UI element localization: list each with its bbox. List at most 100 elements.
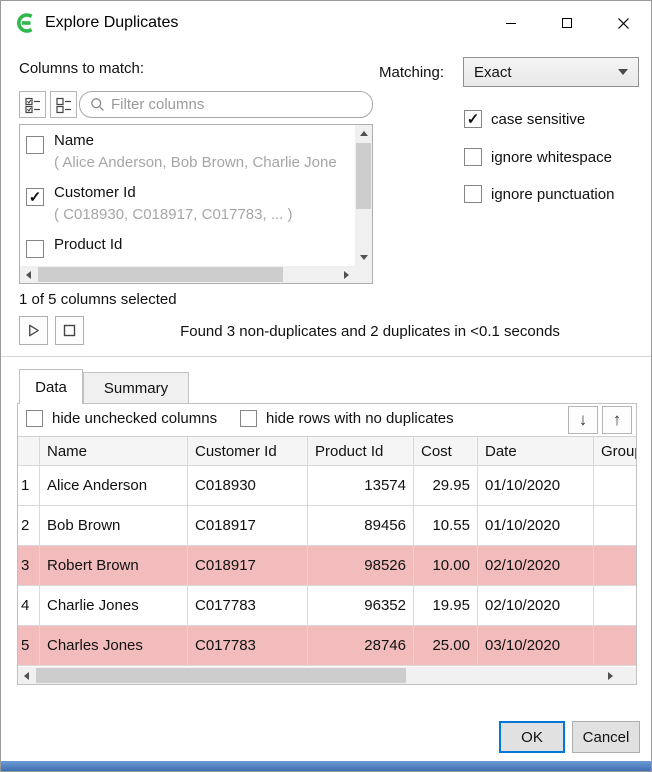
table-row-duplicate[interactable]: 3 Robert Brown C018917 98526 10.00 02/10… (18, 546, 636, 586)
columns-vertical-scrollbar[interactable] (355, 125, 372, 266)
table-row-duplicate[interactable]: 5 Charles Jones C017783 28746 25.00 03/1… (18, 626, 636, 666)
tab-summary[interactable]: Summary (83, 372, 189, 404)
hide-unchecked-columns-checkbox[interactable] (26, 410, 43, 427)
header-row-number (18, 437, 40, 466)
cell-customer-id[interactable]: C017783 (188, 626, 308, 666)
matching-selected-value: Exact (474, 64, 512, 81)
cancel-button[interactable]: Cancel (572, 721, 640, 753)
run-button[interactable] (19, 316, 48, 345)
cell-date[interactable]: 01/10/2020 (478, 466, 594, 506)
columns-selected-summary: 1 of 5 columns selected (19, 291, 177, 308)
ignore-whitespace-label: ignore whitespace (491, 149, 612, 166)
case-sensitive-option[interactable]: case sensitive (464, 110, 585, 128)
chevron-down-icon (618, 69, 628, 75)
ok-button[interactable]: OK (499, 721, 565, 753)
cell-product-id[interactable]: 13574 (308, 466, 414, 506)
ignore-whitespace-option[interactable]: ignore whitespace (464, 148, 612, 166)
header-cost[interactable]: Cost (414, 437, 478, 466)
header-name[interactable]: Name (40, 437, 188, 466)
header-customer-id[interactable]: Customer Id (188, 437, 308, 466)
cell-group[interactable] (594, 626, 636, 666)
scroll-left-icon[interactable] (18, 667, 35, 684)
matching-label: Matching: (379, 64, 444, 81)
minimize-icon (505, 17, 517, 29)
cell-customer-id[interactable]: C018917 (188, 506, 308, 546)
scroll-thumb[interactable] (38, 267, 283, 282)
check-all-columns-button[interactable] (19, 91, 46, 118)
table-row[interactable]: 1 Alice Anderson C018930 13574 29.95 01/… (18, 466, 636, 506)
cell-cost[interactable]: 19.95 (414, 586, 478, 626)
cell-product-id[interactable]: 98526 (308, 546, 414, 586)
header-group[interactable]: Group (594, 437, 636, 466)
uncheck-all-columns-button[interactable] (50, 91, 77, 118)
cell-group[interactable] (594, 506, 636, 546)
scrollbar-corner (619, 667, 636, 684)
hide-unchecked-columns-option[interactable]: hide unchecked columns (26, 410, 217, 427)
hide-rows-no-duplicates-label: hide rows with no duplicates (266, 410, 454, 427)
ignore-whitespace-checkbox[interactable] (464, 148, 482, 166)
cell-date[interactable]: 02/10/2020 (478, 546, 594, 586)
header-product-id[interactable]: Product Id (308, 437, 414, 466)
ignore-punctuation-option[interactable]: ignore punctuation (464, 185, 614, 203)
ignore-punctuation-checkbox[interactable] (464, 185, 482, 203)
cell-name[interactable]: Charles Jones (40, 626, 188, 666)
scroll-thumb[interactable] (356, 143, 371, 209)
cell-name[interactable]: Alice Anderson (40, 466, 188, 506)
case-sensitive-checkbox[interactable] (464, 110, 482, 128)
table-row[interactable]: 4 Charlie Jones C017783 96352 19.95 02/1… (18, 586, 636, 626)
cell-customer-id[interactable]: C018930 (188, 466, 308, 506)
header-date[interactable]: Date (478, 437, 594, 466)
previous-duplicate-button[interactable]: ↑ (602, 406, 632, 434)
table-horizontal-scrollbar[interactable] (18, 667, 619, 684)
product-id-checkbox[interactable] (26, 240, 44, 258)
tab-data-label: Data (35, 379, 67, 396)
cell-name[interactable]: Bob Brown (40, 506, 188, 546)
cell-product-id[interactable]: 28746 (308, 626, 414, 666)
next-duplicate-button[interactable]: ↓ (568, 406, 598, 434)
list-item-customer-id[interactable]: Customer Id ( C018930, C018917, C017783,… (20, 179, 355, 231)
separator (1, 356, 651, 357)
maximize-button[interactable] (539, 1, 595, 45)
cell-cost[interactable]: 25.00 (414, 626, 478, 666)
explore-duplicates-dialog: Explore Duplicates Columns to match: Mat… (0, 0, 652, 772)
name-checkbox[interactable] (26, 136, 44, 154)
cell-group[interactable] (594, 466, 636, 506)
filter-columns-search[interactable] (79, 91, 373, 118)
cell-group[interactable] (594, 586, 636, 626)
tab-data[interactable]: Data (19, 369, 83, 404)
duplicates-table: Name Customer Id Product Id Cost Date Gr… (18, 436, 636, 666)
stop-icon (63, 324, 76, 337)
minimize-button[interactable] (483, 1, 539, 45)
filter-columns-input[interactable] (111, 96, 362, 113)
table-row[interactable]: 2 Bob Brown C018917 89456 10.55 01/10/20… (18, 506, 636, 546)
cell-name[interactable]: Robert Brown (40, 546, 188, 586)
hide-unchecked-columns-label: hide unchecked columns (52, 410, 217, 427)
cell-name[interactable]: Charlie Jones (40, 586, 188, 626)
cell-cost[interactable]: 10.00 (414, 546, 478, 586)
cell-date[interactable]: 01/10/2020 (478, 506, 594, 546)
stop-button[interactable] (55, 316, 84, 345)
cell-product-id[interactable]: 89456 (308, 506, 414, 546)
scroll-thumb[interactable] (36, 668, 406, 683)
cell-customer-id[interactable]: C018917 (188, 546, 308, 586)
hide-rows-no-duplicates-checkbox[interactable] (240, 410, 257, 427)
cell-group[interactable] (594, 546, 636, 586)
cell-cost[interactable]: 10.55 (414, 506, 478, 546)
close-button[interactable] (595, 1, 651, 45)
scroll-left-icon[interactable] (20, 266, 37, 283)
cell-date[interactable]: 03/10/2020 (478, 626, 594, 666)
matching-dropdown[interactable]: Exact (463, 57, 639, 87)
list-item-name[interactable]: Name ( Alice Anderson, Bob Brown, Charli… (20, 127, 355, 179)
scroll-right-icon[interactable] (602, 667, 619, 684)
hide-rows-no-duplicates-option[interactable]: hide rows with no duplicates (240, 410, 454, 427)
columns-horizontal-scrollbar[interactable] (20, 266, 355, 283)
scroll-right-icon[interactable] (338, 266, 355, 283)
cell-customer-id[interactable]: C017783 (188, 586, 308, 626)
cell-cost[interactable]: 29.95 (414, 466, 478, 506)
list-item-product-id[interactable]: Product Id (20, 231, 355, 266)
customer-id-checkbox[interactable] (26, 188, 44, 206)
cell-product-id[interactable]: 96352 (308, 586, 414, 626)
cell-date[interactable]: 02/10/2020 (478, 586, 594, 626)
scroll-down-icon[interactable] (355, 249, 372, 266)
scroll-up-icon[interactable] (355, 125, 372, 142)
